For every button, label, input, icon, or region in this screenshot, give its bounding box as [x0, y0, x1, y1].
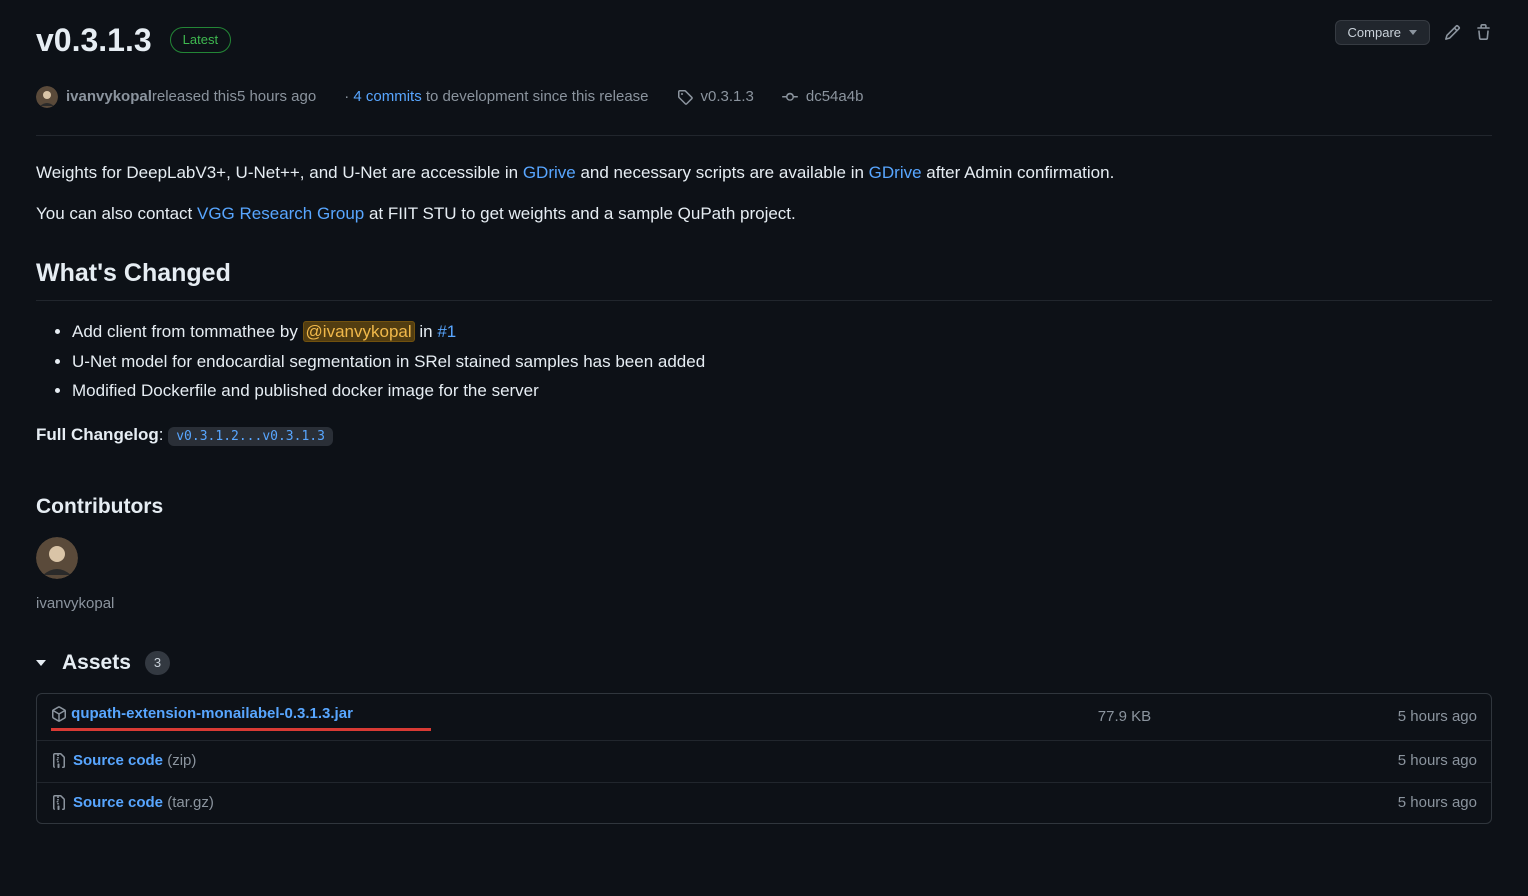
gdrive-link-1[interactable]: GDrive [523, 163, 576, 182]
contributors-heading: Contributors [36, 491, 1492, 523]
asset-time: 5 hours ago [1398, 750, 1477, 773]
asset-size: 77.9 KB [1098, 706, 1398, 729]
tag-block[interactable]: v0.3.1.3 [677, 86, 754, 109]
list-item: U-Net model for endocardial segmentation… [72, 349, 1492, 375]
vgg-link[interactable]: VGG Research Group [197, 204, 364, 223]
tag-icon [677, 89, 693, 105]
list-item-text: Add client from tommathee by [72, 322, 303, 341]
gdrive-link-2[interactable]: GDrive [869, 163, 922, 182]
assets-count: 3 [145, 651, 170, 675]
compare-button[interactable]: Compare [1335, 20, 1430, 45]
commits-block: · 4 commits to development since this re… [344, 86, 648, 109]
assets-toggle[interactable]: Assets 3 [36, 647, 1492, 679]
asset-link[interactable]: qupath-extension-monailabel-0.3.1.3.jar [71, 705, 353, 722]
asset-row: qupath-extension-monailabel-0.3.1.3.jar … [37, 694, 1491, 742]
tag-name: v0.3.1.3 [701, 86, 754, 109]
asset-row: Source code (zip) 5 hours ago [37, 741, 1491, 783]
body-text: You can also contact [36, 204, 197, 223]
asset-row: Source code (tar.gz) 5 hours ago [37, 783, 1491, 824]
avatar-icon [36, 537, 78, 579]
file-zip-icon [51, 753, 67, 769]
asset-link[interactable]: Source code (zip) [73, 750, 196, 773]
changelog-label: Full Changelog [36, 425, 159, 444]
caret-down-icon [1409, 30, 1417, 35]
changelog-link[interactable]: v0.3.1.2...v0.3.1.3 [168, 427, 333, 446]
mention-link[interactable]: @ivanvykopal [303, 321, 415, 342]
pr-link[interactable]: #1 [437, 322, 456, 341]
release-body: Weights for DeepLabV3+, U-Net++, and U-N… [36, 160, 1492, 448]
edit-button[interactable] [1444, 24, 1461, 41]
body-text: after Admin confirmation. [922, 163, 1115, 182]
file-zip-icon [51, 795, 67, 811]
commit-icon [782, 89, 798, 105]
commits-link[interactable]: 4 commits [353, 88, 421, 105]
avatar-icon [36, 86, 58, 108]
commits-suffix: to development since this release [422, 88, 649, 105]
assets-heading: Assets [62, 647, 131, 679]
compare-label: Compare [1348, 25, 1401, 40]
contributor-avatar-link[interactable] [36, 537, 1492, 579]
latest-badge: Latest [170, 27, 231, 53]
delete-button[interactable] [1475, 24, 1492, 41]
pencil-icon [1444, 24, 1461, 41]
asset-time: 5 hours ago [1398, 792, 1477, 815]
author-link[interactable]: ivanvykopal [66, 86, 152, 109]
release-title: v0.3.1.3 [36, 16, 152, 64]
asset-ext: (zip) [163, 752, 196, 769]
commit-block[interactable]: dc54a4b [782, 86, 864, 109]
contributor-name: ivanvykopal [36, 593, 1492, 616]
divider [36, 135, 1492, 136]
asset-ext: (tar.gz) [163, 794, 214, 811]
asset-link[interactable]: Source code (tar.gz) [73, 792, 214, 815]
assets-list: qupath-extension-monailabel-0.3.1.3.jar … [36, 693, 1492, 825]
author-block: ivanvykopal released this 5 hours ago [36, 86, 316, 109]
body-text: Weights for DeepLabV3+, U-Net++, and U-N… [36, 163, 523, 182]
commit-sha: dc54a4b [806, 86, 864, 109]
commits-prefix: · [344, 88, 353, 105]
asset-time: 5 hours ago [1398, 706, 1477, 729]
caret-down-icon [36, 660, 46, 666]
changelog-colon: : [159, 425, 168, 444]
list-item: Add client from tommathee by @ivanvykopa… [72, 319, 1492, 345]
author-suffix: released this [152, 86, 237, 109]
whats-changed-heading: What's Changed [36, 255, 1492, 302]
body-text: and necessary scripts are available in [576, 163, 869, 182]
list-item: Modified Dockerfile and published docker… [72, 378, 1492, 404]
trash-icon [1475, 24, 1492, 41]
asset-name-text: Source code [73, 752, 163, 769]
package-icon [51, 706, 67, 722]
release-timeago: 5 hours ago [237, 86, 316, 109]
asset-name-text: Source code [73, 794, 163, 811]
list-item-text: in [415, 322, 438, 341]
body-text: at FIIT STU to get weights and a sample … [364, 204, 796, 223]
